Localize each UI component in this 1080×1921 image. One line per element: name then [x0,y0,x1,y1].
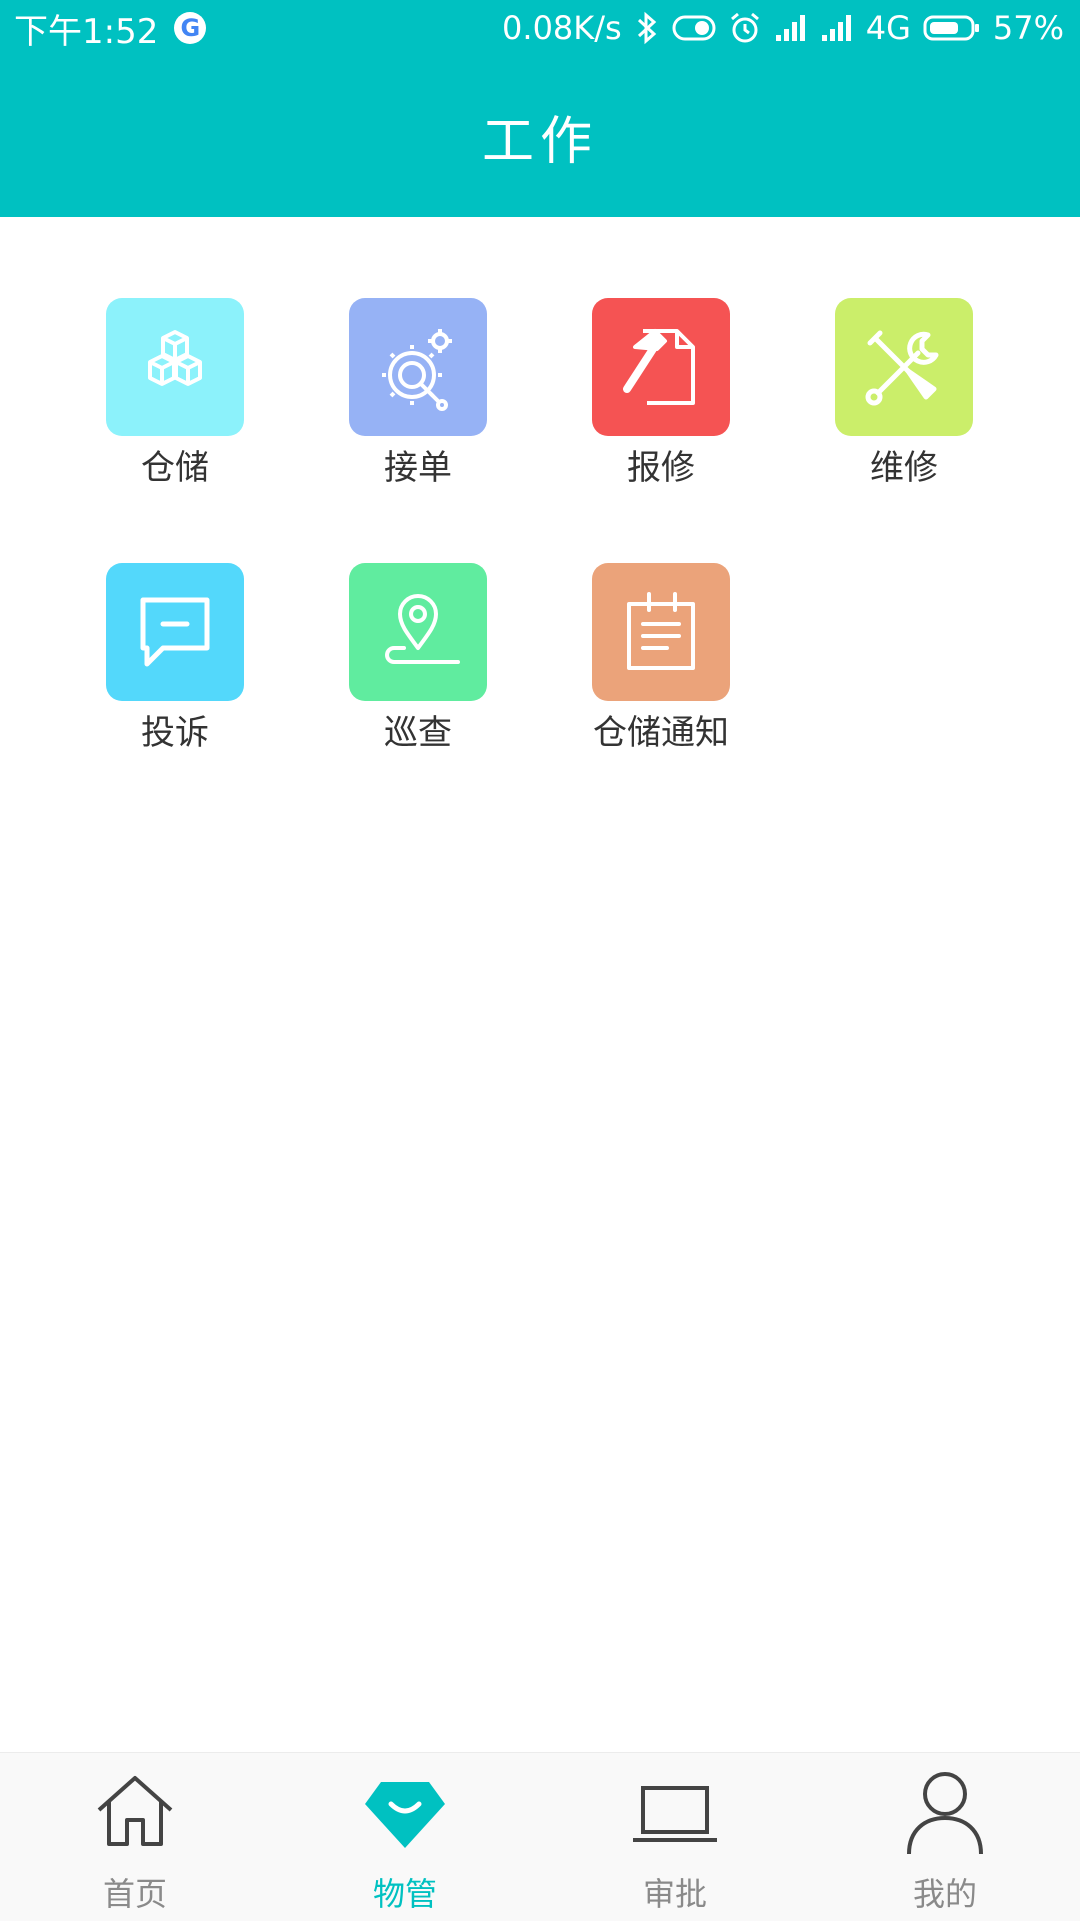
header: 工作 [0,56,1080,217]
battery-level: 57% [992,9,1064,47]
chat-bubble-icon [140,597,210,667]
home-icon [97,1776,173,1846]
grid-item-storage[interactable]: 仓储 [75,298,275,498]
gear-wrench-icon [382,329,452,411]
grid-item-complaint[interactable]: 投诉 [75,563,275,763]
grid-item-label: 巡查 [384,713,452,753]
tab-home[interactable]: 首页 [0,1753,270,1921]
grid-item-label: 仓储 [141,448,209,488]
grid-item-label: 接单 [384,448,452,488]
grid-item-storage-notice[interactable]: 仓储通知 [561,563,761,763]
grid-item-maintenance[interactable]: 维修 [804,298,1004,498]
grid-item-icon-bg [106,563,244,701]
grid-item-icon-bg [349,298,487,436]
tab-label: 审批 [642,1875,707,1913]
tab-label: 我的 [912,1875,977,1913]
google-icon: G [174,12,207,44]
tab-label: 首页 [102,1875,167,1913]
grid-item-orders[interactable]: 接单 [318,298,518,498]
status-bar: 下午1:52 G 0.08K/s 4G 57% [0,0,1080,56]
status-bar-left: 下午1:52 G [14,6,207,52]
user-icon [907,1772,983,1855]
alarm-icon [730,12,759,43]
toggle-icon [672,15,716,41]
tab-mine[interactable]: 我的 [810,1753,1080,1921]
grid-item-report-repair[interactable]: 报修 [561,298,761,498]
notice-board-icon [627,592,695,670]
tab-property-management[interactable]: 物管 [270,1753,540,1921]
tab-icon-wrap [630,1767,720,1857]
status-time: 下午1:52 [14,11,159,52]
page-title: 工作 [481,112,598,172]
grid-item-icon-bg [835,298,973,436]
network-type: 4G [865,9,911,47]
signal-icon [775,15,805,41]
grid-item-icon-bg [349,563,487,701]
battery-icon [923,15,979,41]
bottom-tab-bar: 首页 物管 审批 我的 [0,1752,1080,1921]
hammer-document-icon [623,329,695,405]
boxes-icon [148,330,202,386]
grid-item-icon-bg [592,298,730,436]
diamond-icon [365,1782,445,1848]
status-bar-right: 0.08K/s 4G 57% [502,6,1064,50]
grid-item-icon-bg [592,563,730,701]
tab-label: 物管 [372,1875,437,1913]
tools-icon [865,330,939,406]
grid-item-icon-bg [106,298,244,436]
grid-item-label: 投诉 [141,713,209,753]
bluetooth-icon [637,11,656,45]
grid-item-patrol[interactable]: 巡查 [318,563,518,763]
tab-icon-wrap [360,1767,450,1857]
grid-item-label: 仓储通知 [593,713,729,753]
laptop-icon [633,1786,717,1842]
grid-item-label: 维修 [870,448,938,488]
tab-icon-wrap [900,1767,990,1857]
signal-icon [821,15,851,41]
tab-approval[interactable]: 审批 [540,1753,810,1921]
network-speed: 0.08K/s [502,9,622,47]
location-pin-icon [385,594,460,664]
tab-icon-wrap [90,1767,180,1857]
grid-item-label: 报修 [627,448,695,488]
